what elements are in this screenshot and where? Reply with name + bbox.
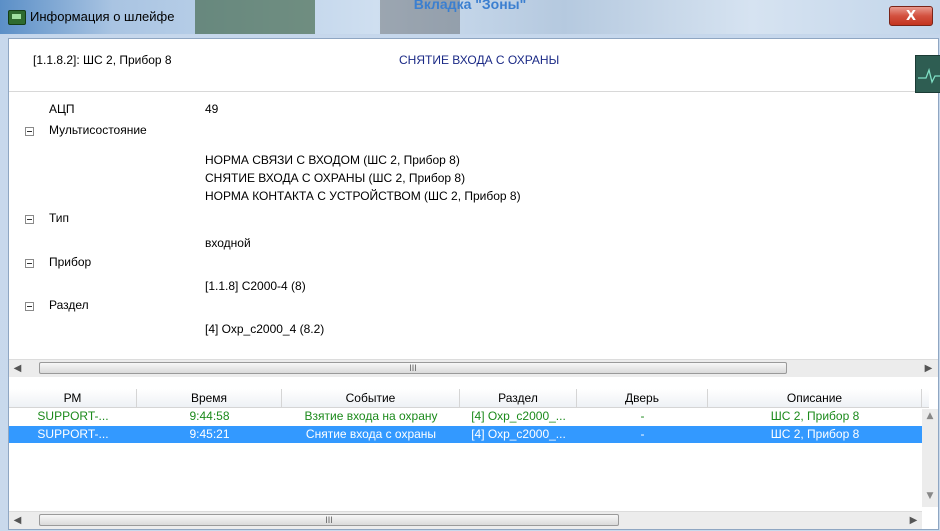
type-label: Тип bbox=[49, 211, 70, 225]
monitor-icon bbox=[8, 10, 26, 25]
arrow-up-icon[interactable]: ▲ bbox=[922, 411, 938, 421]
partition-label: Раздел bbox=[49, 298, 89, 312]
close-icon: X bbox=[905, 9, 917, 24]
device-value: [1.1.8] С2000-4 (8) bbox=[205, 279, 306, 293]
scroll-thumb[interactable]: III bbox=[39, 362, 787, 374]
cell-door: - bbox=[640, 409, 645, 423]
cell-description: ШС 2, Прибор 8 bbox=[770, 427, 860, 441]
arrow-down-icon[interactable]: ▼ bbox=[922, 491, 938, 501]
cell-rm: SUPPORT-... bbox=[37, 409, 109, 423]
events-table: РМ Время Событие Раздел Дверь Описание S… bbox=[9, 389, 938, 529]
cell-event: Взятие входа на охрану bbox=[304, 409, 438, 423]
window-frame: Вкладка "Зоны" Информация о шлейфе X [1.… bbox=[0, 0, 940, 531]
window-title: Информация о шлейфе bbox=[30, 9, 175, 24]
column-header-event[interactable]: Событие bbox=[282, 389, 460, 407]
graph-icon[interactable] bbox=[915, 55, 940, 93]
zone-id: [1.1.8.2]: ШС 2, Прибор 8 bbox=[33, 53, 172, 67]
collapse-icon[interactable] bbox=[25, 215, 34, 224]
multistate-item: СНЯТИЕ ВХОДА С ОХРАНЫ (ШС 2, Прибор 8) bbox=[205, 171, 466, 185]
arrow-right-icon[interactable]: ▶ bbox=[905, 512, 922, 529]
type-value: входной bbox=[205, 236, 251, 250]
column-header-door[interactable]: Дверь bbox=[577, 389, 708, 407]
cell-partition: [4] Охр_с2000_... bbox=[471, 427, 566, 441]
bottom-horizontal-scrollbar[interactable]: ◀ III ▶ bbox=[9, 511, 922, 529]
column-header-time[interactable]: Время bbox=[137, 389, 282, 407]
title-bar[interactable]: Вкладка "Зоны" Информация о шлейфе X bbox=[0, 0, 940, 34]
adc-label: АЦП bbox=[49, 102, 75, 116]
info-header: [1.1.8.2]: ШС 2, Прибор 8 СНЯТИЕ ВХОДА С… bbox=[9, 39, 940, 93]
top-horizontal-scrollbar[interactable]: ◀ III ▶ bbox=[9, 359, 938, 377]
cell-partition: [4] Охр_с2000_... bbox=[471, 409, 566, 423]
close-button[interactable]: X bbox=[889, 6, 933, 26]
properties-tree: АЦП 49 Мультисостояние НОРМА СВЯЗИ С ВХО… bbox=[9, 91, 938, 369]
cell-event: Снятие входа с охраны bbox=[305, 427, 437, 441]
collapse-icon[interactable] bbox=[25, 127, 34, 136]
column-header-partition[interactable]: Раздел bbox=[460, 389, 577, 407]
multistate-label: Мультисостояние bbox=[49, 123, 147, 137]
arrow-left-icon[interactable]: ◀ bbox=[9, 360, 26, 377]
scroll-thumb[interactable]: III bbox=[39, 514, 619, 526]
cell-rm: SUPPORT-... bbox=[37, 427, 109, 441]
multistate-item: НОРМА КОНТАКТА С УСТРОЙСТВОМ (ШС 2, Приб… bbox=[205, 189, 521, 203]
table-vertical-scrollbar[interactable]: ▲ ▼ bbox=[922, 409, 938, 507]
zone-event: СНЯТИЕ ВХОДА С ОХРАНЫ bbox=[399, 53, 560, 67]
cell-time: 9:44:58 bbox=[189, 409, 230, 423]
table-header: РМ Время Событие Раздел Дверь Описание bbox=[9, 389, 929, 408]
window-client: [1.1.8.2]: ШС 2, Прибор 8 СНЯТИЕ ВХОДА С… bbox=[8, 38, 940, 530]
partition-value: [4] Охр_с2000_4 (8.2) bbox=[205, 322, 325, 336]
column-header-description[interactable]: Описание bbox=[708, 389, 922, 407]
multistate-item: НОРМА СВЯЗИ С ВХОДОМ (ШС 2, Прибор 8) bbox=[205, 153, 460, 167]
cell-time: 9:45:21 bbox=[189, 427, 230, 441]
adc-value: 49 bbox=[205, 102, 219, 116]
table-row-selected[interactable]: SUPPORT-... 9:45:21 Снятие входа с охран… bbox=[9, 426, 922, 443]
scroll-grip: III bbox=[325, 515, 333, 525]
device-label: Прибор bbox=[49, 255, 92, 269]
collapse-icon[interactable] bbox=[25, 259, 34, 268]
arrow-left-icon[interactable]: ◀ bbox=[9, 512, 26, 529]
table-row[interactable]: SUPPORT-... 9:44:58 Взятие входа на охра… bbox=[9, 408, 922, 425]
collapse-icon[interactable] bbox=[25, 302, 34, 311]
cell-description: ШС 2, Прибор 8 bbox=[770, 409, 860, 423]
column-header-rm[interactable]: РМ bbox=[9, 389, 137, 407]
cell-door: - bbox=[640, 427, 645, 441]
scroll-grip: III bbox=[409, 363, 417, 373]
arrow-right-icon[interactable]: ▶ bbox=[920, 360, 937, 377]
